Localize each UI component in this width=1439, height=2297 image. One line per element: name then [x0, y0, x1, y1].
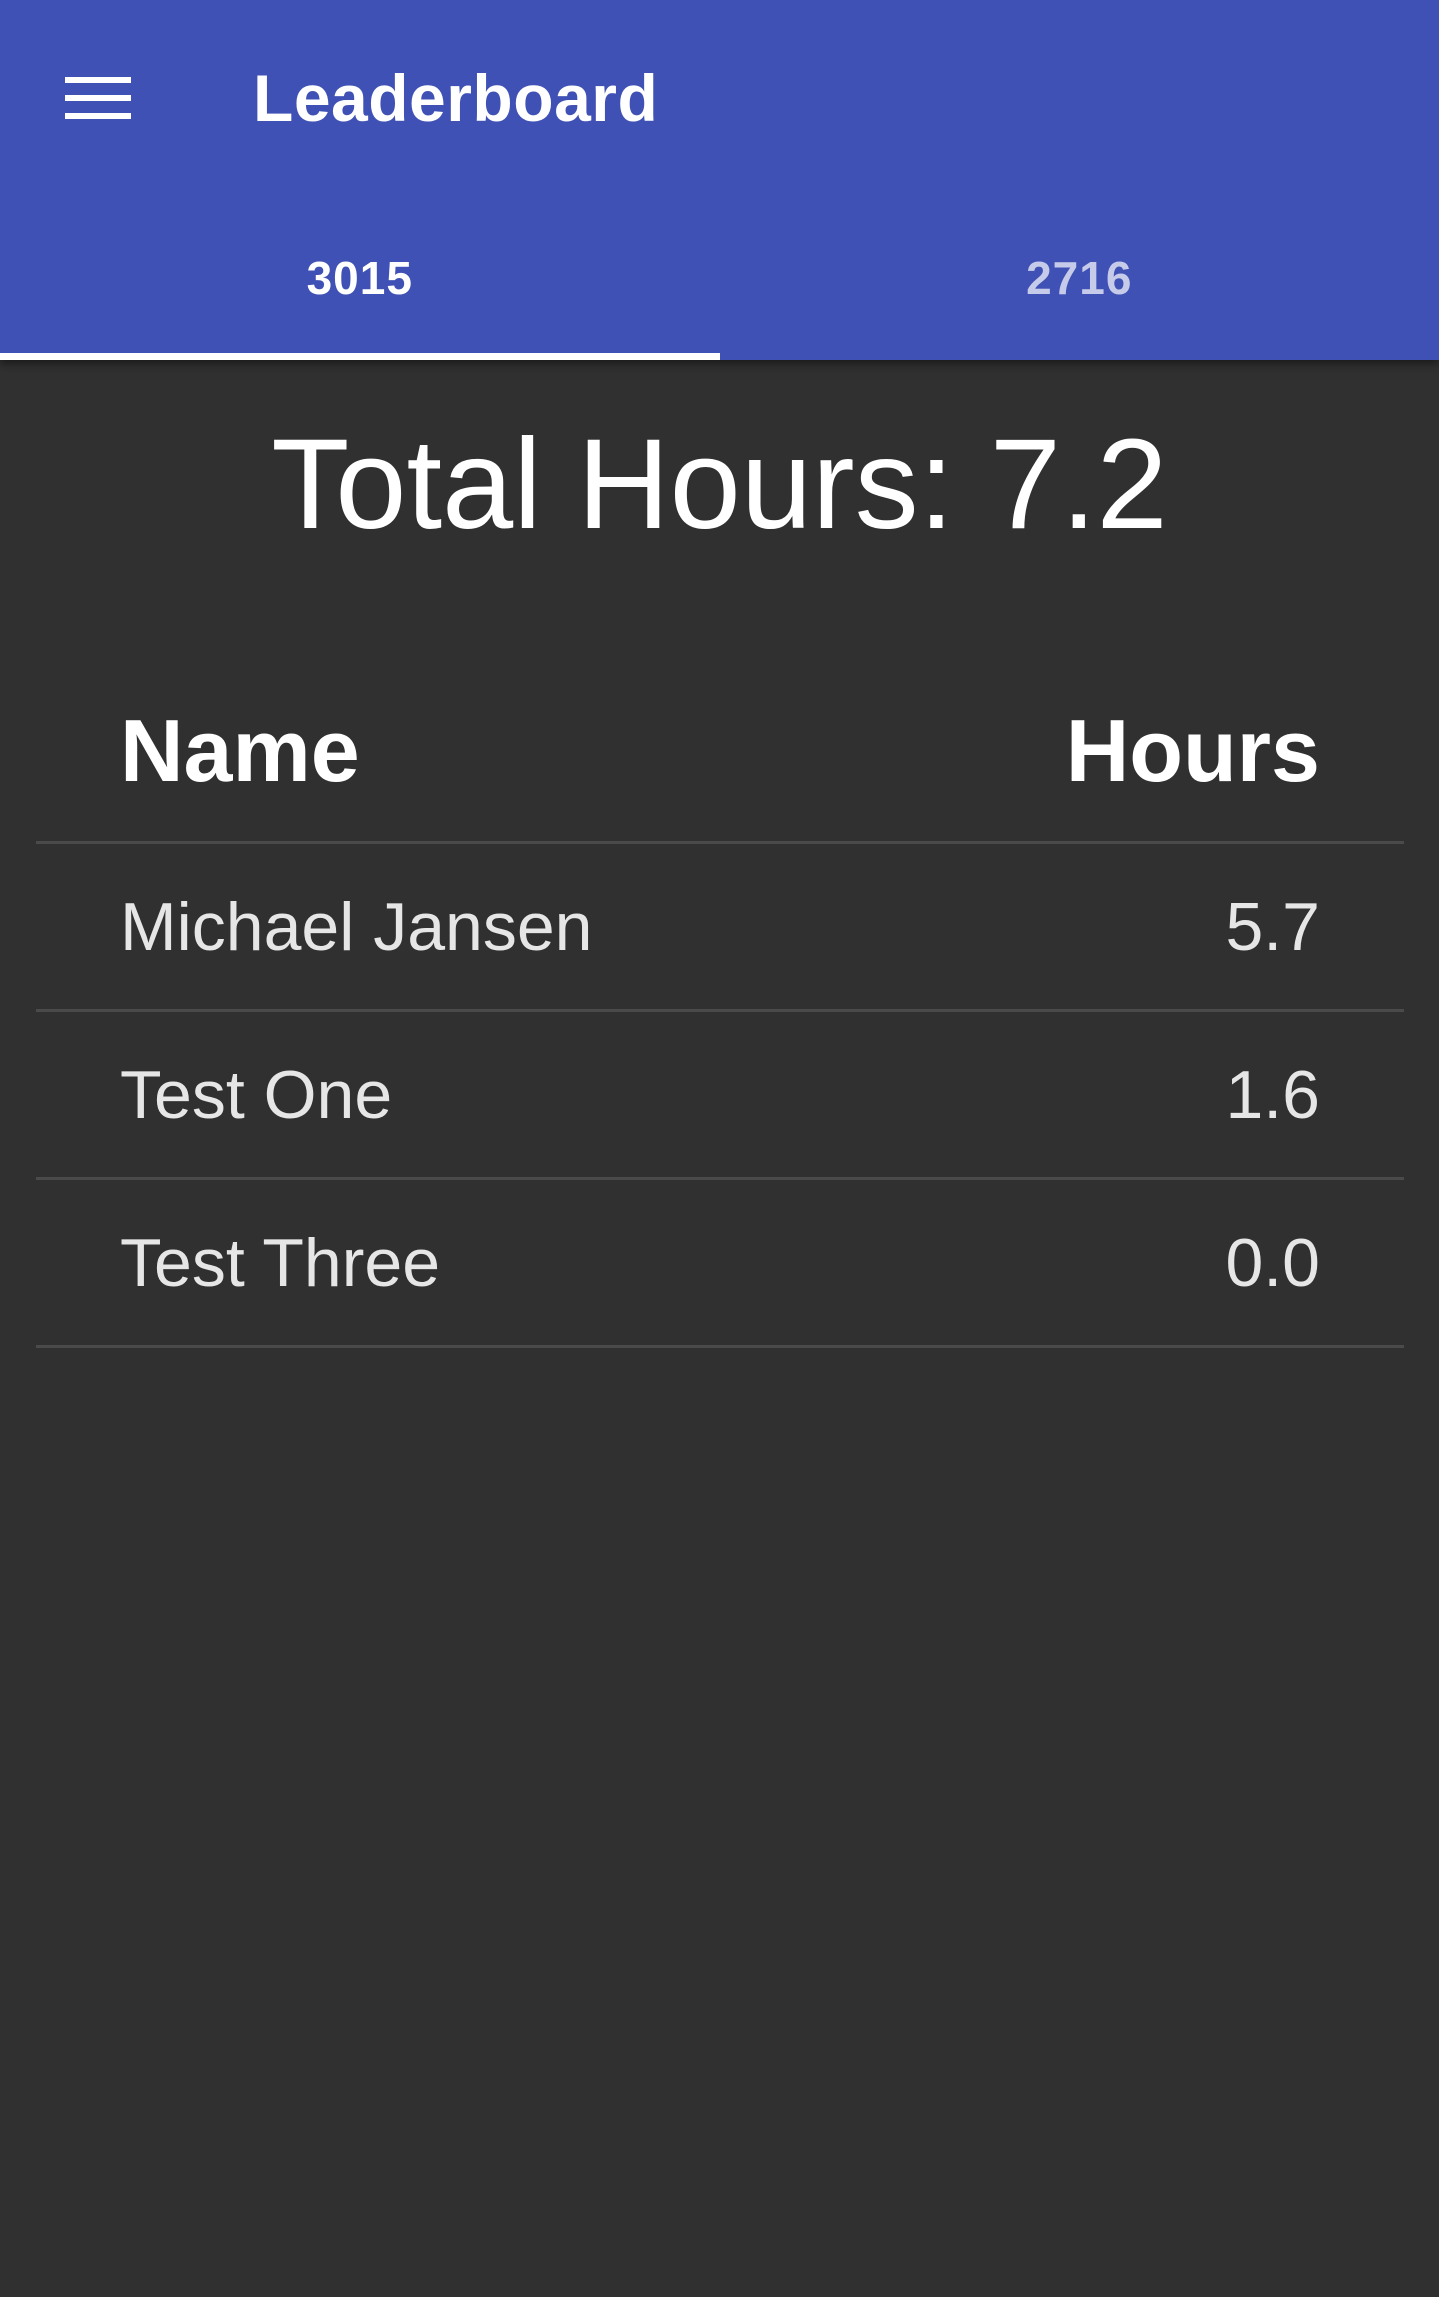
tab-indicator — [0, 353, 720, 360]
page-title: Leaderboard — [253, 61, 659, 135]
app-bar: Leaderboard 3015 2716 — [0, 0, 1439, 360]
row-name: Michael Jansen — [120, 888, 593, 965]
tab-label: 3015 — [306, 252, 413, 304]
tab-bar: 3015 2716 — [0, 196, 1439, 360]
toolbar: Leaderboard — [0, 0, 1439, 196]
row-hours: 1.6 — [1225, 1056, 1320, 1133]
column-header-name: Name — [120, 700, 360, 800]
tab-2716[interactable]: 2716 — [720, 196, 1439, 360]
table-header-row: Name Hours — [36, 660, 1404, 844]
table-row: Test Three 0.0 — [36, 1180, 1404, 1348]
total-hours-heading: Total Hours: 7.2 — [271, 413, 1168, 556]
leaderboard-table: Name Hours Michael Jansen 5.7 Test One 1… — [36, 660, 1404, 1348]
column-header-hours: Hours — [1065, 700, 1320, 800]
menu-icon — [65, 77, 131, 119]
table-row: Test One 1.6 — [36, 1012, 1404, 1180]
row-name: Test One — [120, 1056, 393, 1133]
row-hours: 5.7 — [1225, 888, 1320, 965]
tab-3015[interactable]: 3015 — [0, 196, 720, 360]
table-row: Michael Jansen 5.7 — [36, 844, 1404, 1012]
menu-button[interactable] — [50, 50, 146, 146]
row-name: Test Three — [120, 1224, 441, 1301]
row-hours: 0.0 — [1225, 1224, 1320, 1301]
tab-label: 2716 — [1026, 252, 1133, 304]
